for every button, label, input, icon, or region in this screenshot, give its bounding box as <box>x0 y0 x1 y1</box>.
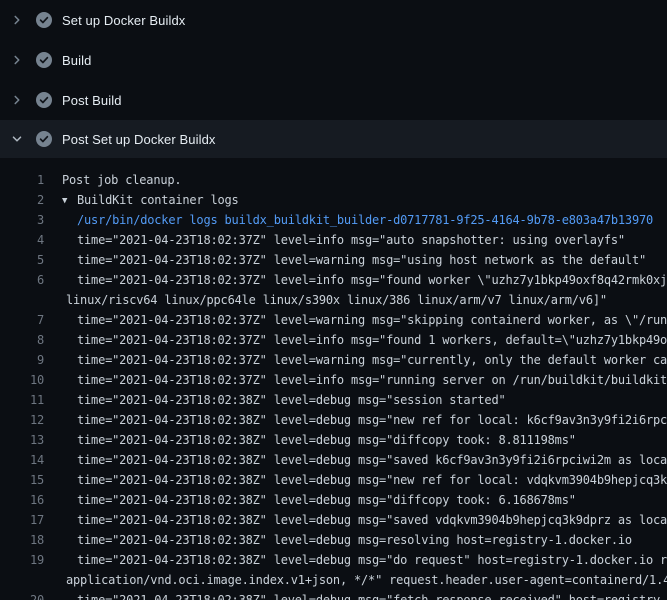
log-line: 4 time="2021-04-23T18:02:37Z" level=info… <box>0 230 667 250</box>
log-text: time="2021-04-23T18:02:38Z" level=debug … <box>77 510 667 530</box>
command-text: /usr/bin/docker logs buildx_buildkit_bui… <box>77 210 653 230</box>
log-text: time="2021-04-23T18:02:38Z" level=debug … <box>77 430 576 450</box>
check-circle-icon <box>36 52 52 68</box>
line-number[interactable]: 12 <box>0 410 44 430</box>
line-number[interactable]: 16 <box>0 490 44 510</box>
step-label: Post Set up Docker Buildx <box>62 132 216 147</box>
log-line: 9 time="2021-04-23T18:02:37Z" level=warn… <box>0 350 667 370</box>
line-number[interactable]: 6 <box>0 270 44 290</box>
log-text: Post job cleanup. <box>62 170 181 190</box>
line-number[interactable]: 4 <box>0 230 44 250</box>
log-line: 5 time="2021-04-23T18:02:37Z" level=warn… <box>0 250 667 270</box>
line-number[interactable]: 7 <box>0 310 44 330</box>
check-circle-icon <box>36 131 52 147</box>
check-circle-icon <box>36 92 52 108</box>
log-line: 8 time="2021-04-23T18:02:37Z" level=info… <box>0 330 667 350</box>
log-text: time="2021-04-23T18:02:37Z" level=warnin… <box>77 310 667 330</box>
log-text: time="2021-04-23T18:02:37Z" level=info m… <box>77 230 625 250</box>
log-line: application/vnd.oci.image.index.v1+json,… <box>0 570 667 590</box>
log-line: 13 time="2021-04-23T18:02:38Z" level=deb… <box>0 430 667 450</box>
log-text: ▼BuildKit container logs <box>62 190 239 210</box>
log-text: time="2021-04-23T18:02:38Z" level=debug … <box>77 450 667 470</box>
line-number[interactable]: 9 <box>0 350 44 370</box>
line-number[interactable]: 5 <box>0 250 44 270</box>
step-label: Build <box>62 53 91 68</box>
log-text: time="2021-04-23T18:02:38Z" level=debug … <box>77 590 667 600</box>
log-line: 3 /usr/bin/docker logs buildx_buildkit_b… <box>0 210 667 230</box>
log-text: time="2021-04-23T18:02:38Z" level=debug … <box>77 390 506 410</box>
line-number[interactable]: 13 <box>0 430 44 450</box>
line-number[interactable]: 11 <box>0 390 44 410</box>
line-number[interactable]: 14 <box>0 450 44 470</box>
log-text: time="2021-04-23T18:02:37Z" level=info m… <box>77 370 667 390</box>
step-header-post-build[interactable]: Post Build <box>0 80 667 120</box>
chevron-right-icon <box>10 13 24 27</box>
log-line: linux/riscv64 linux/ppc64le linux/s390x … <box>0 290 667 310</box>
log-line: 6 time="2021-04-23T18:02:37Z" level=info… <box>0 270 667 290</box>
log-line: 19 time="2021-04-23T18:02:38Z" level=deb… <box>0 550 667 570</box>
log-line: 15 time="2021-04-23T18:02:38Z" level=deb… <box>0 470 667 490</box>
step-header-post-set-up-docker-buildx[interactable]: Post Set up Docker Buildx <box>0 120 667 158</box>
log-line: 20 time="2021-04-23T18:02:38Z" level=deb… <box>0 590 667 600</box>
log-line: 1 Post job cleanup. <box>0 170 667 190</box>
log-line: 2 ▼BuildKit container logs <box>0 190 667 210</box>
line-number[interactable]: 15 <box>0 470 44 490</box>
log-text: linux/riscv64 linux/ppc64le linux/s390x … <box>66 290 607 310</box>
step-header-build[interactable]: Build <box>0 40 667 80</box>
line-number[interactable]: 17 <box>0 510 44 530</box>
check-circle-icon <box>36 12 52 28</box>
chevron-right-icon <box>10 93 24 107</box>
log-text: time="2021-04-23T18:02:38Z" level=debug … <box>77 470 667 490</box>
log-text: time="2021-04-23T18:02:37Z" level=info m… <box>77 270 667 290</box>
log-text: time="2021-04-23T18:02:37Z" level=warnin… <box>77 250 646 270</box>
step-header-set-up-docker-buildx[interactable]: Set up Docker Buildx <box>0 0 667 40</box>
workflow-log-viewer: Set up Docker Buildx Build Post Build Po… <box>0 0 667 600</box>
log-text: time="2021-04-23T18:02:37Z" level=warnin… <box>77 350 667 370</box>
log-line: 16 time="2021-04-23T18:02:38Z" level=deb… <box>0 490 667 510</box>
log-text: time="2021-04-23T18:02:38Z" level=debug … <box>77 530 632 550</box>
log-text: time="2021-04-23T18:02:38Z" level=debug … <box>77 410 667 430</box>
log-line: 17 time="2021-04-23T18:02:38Z" level=deb… <box>0 510 667 530</box>
line-number[interactable]: 1 <box>0 170 44 190</box>
line-number[interactable]: 10 <box>0 370 44 390</box>
log-line: 11 time="2021-04-23T18:02:38Z" level=deb… <box>0 390 667 410</box>
line-number[interactable]: 18 <box>0 530 44 550</box>
log-lines: 1 Post job cleanup. 2 ▼BuildKit containe… <box>0 158 667 600</box>
line-number[interactable]: 20 <box>0 590 44 600</box>
step-label: Post Build <box>62 93 122 108</box>
log-text: application/vnd.oci.image.index.v1+json,… <box>66 570 667 590</box>
log-text: time="2021-04-23T18:02:38Z" level=debug … <box>77 550 667 570</box>
log-line: 12 time="2021-04-23T18:02:38Z" level=deb… <box>0 410 667 430</box>
log-text: time="2021-04-23T18:02:37Z" level=info m… <box>77 330 667 350</box>
log-line: 14 time="2021-04-23T18:02:38Z" level=deb… <box>0 450 667 470</box>
log-line: 7 time="2021-04-23T18:02:37Z" level=warn… <box>0 310 667 330</box>
chevron-right-icon <box>10 53 24 67</box>
log-text: time="2021-04-23T18:02:38Z" level=debug … <box>77 490 576 510</box>
line-number[interactable]: 8 <box>0 330 44 350</box>
step-label: Set up Docker Buildx <box>62 13 185 28</box>
chevron-down-icon <box>10 132 24 146</box>
line-number[interactable]: 2 <box>0 190 44 210</box>
log-line: 18 time="2021-04-23T18:02:38Z" level=deb… <box>0 530 667 550</box>
line-number[interactable]: 3 <box>0 210 44 230</box>
line-number[interactable]: 19 <box>0 550 44 570</box>
group-collapse-toggle[interactable]: ▼ <box>62 191 77 210</box>
log-line: 10 time="2021-04-23T18:02:37Z" level=inf… <box>0 370 667 390</box>
